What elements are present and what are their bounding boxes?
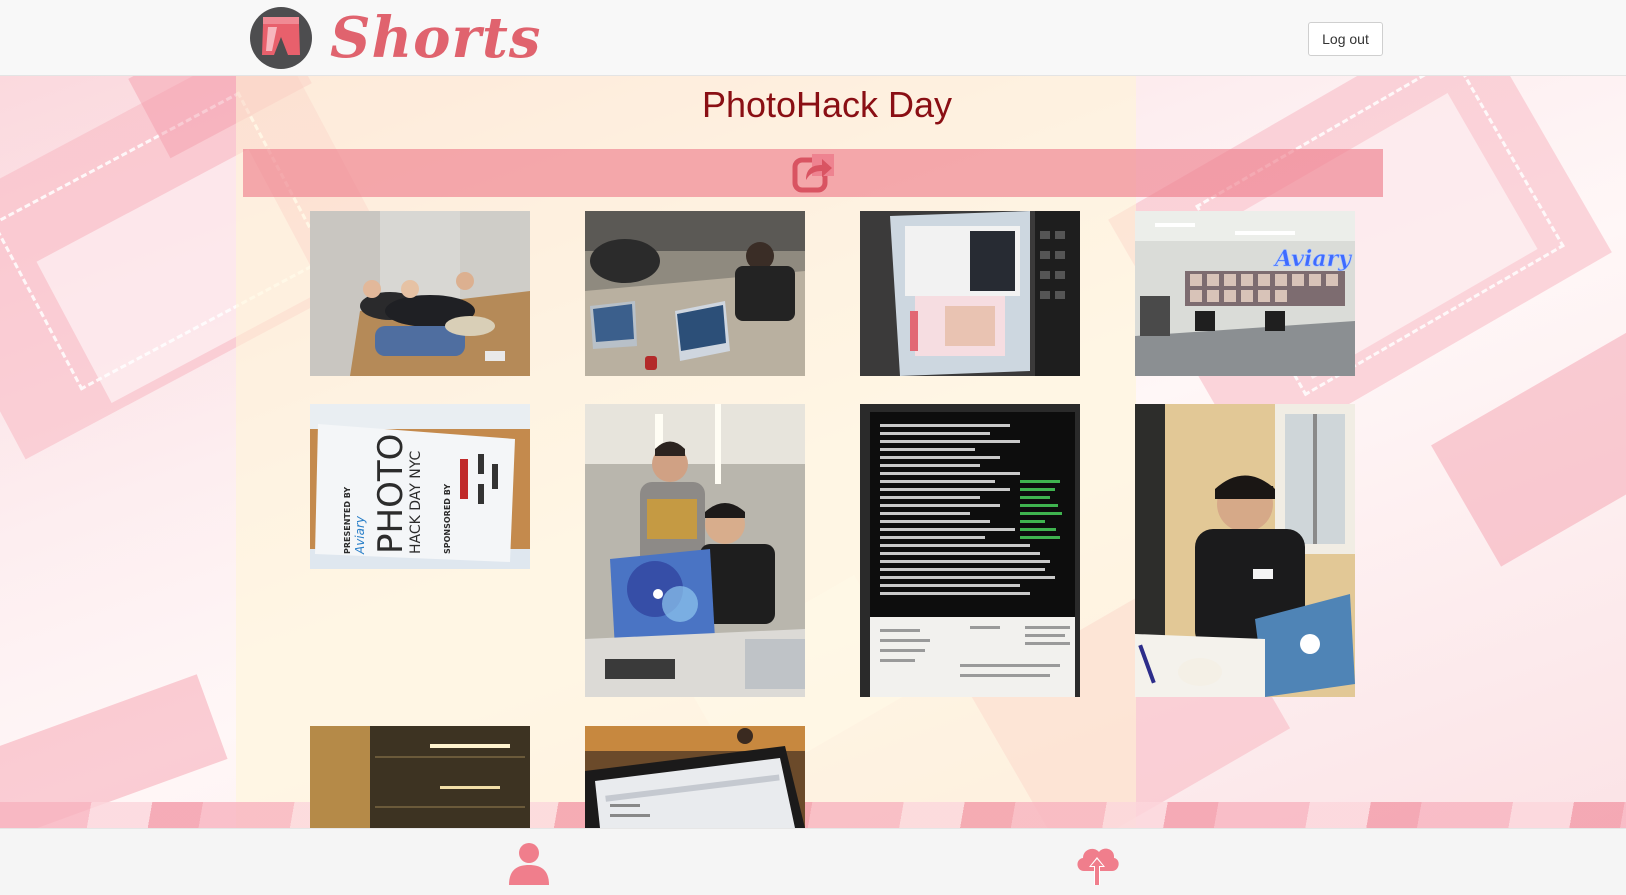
user-icon[interactable] [504, 839, 554, 889]
photo-thumbnail[interactable] [310, 726, 530, 828]
poster-sub: HACK DAY NYC [408, 450, 424, 554]
logout-button[interactable]: Log out [1308, 22, 1383, 56]
poster-main: PHOTO [371, 434, 411, 554]
photo-thumbnail[interactable] [860, 211, 1080, 376]
share-icon[interactable] [792, 152, 834, 194]
app-logo[interactable]: Shorts [250, 5, 542, 71]
photo-thumbnail[interactable]: PRESENTED BY Aviary PHOTO HACK DAY NYC S… [310, 404, 530, 569]
aviary-sign-text: Aviary [1273, 246, 1353, 272]
cloud-upload-icon[interactable] [1072, 839, 1122, 889]
photo-grid: Aviary PRESENTED BY Aviary PHOTO HACK DA… [0, 0, 1626, 895]
photo-thumbnail[interactable] [585, 211, 805, 376]
poster-sponsored: SPONSORED BY [443, 484, 452, 554]
photo-thumbnail[interactable] [585, 726, 805, 828]
share-bar [243, 149, 1383, 197]
photo-thumbnail[interactable] [1135, 404, 1355, 697]
poster-presented-by: PRESENTED BY [343, 487, 352, 554]
album-title: PhotoHack Day [701, 84, 953, 125]
photo-thumbnail[interactable]: Aviary [1135, 211, 1355, 376]
top-navbar: Shorts Log out [0, 0, 1626, 76]
photo-thumbnail[interactable] [860, 404, 1080, 697]
shorts-logo-icon [250, 7, 312, 69]
poster-brand: Aviary [353, 515, 367, 555]
photo-thumbnail[interactable] [585, 404, 805, 697]
bottom-toolbar [0, 828, 1626, 895]
app-name: Shorts [330, 5, 542, 71]
photo-thumbnail[interactable] [310, 211, 530, 376]
